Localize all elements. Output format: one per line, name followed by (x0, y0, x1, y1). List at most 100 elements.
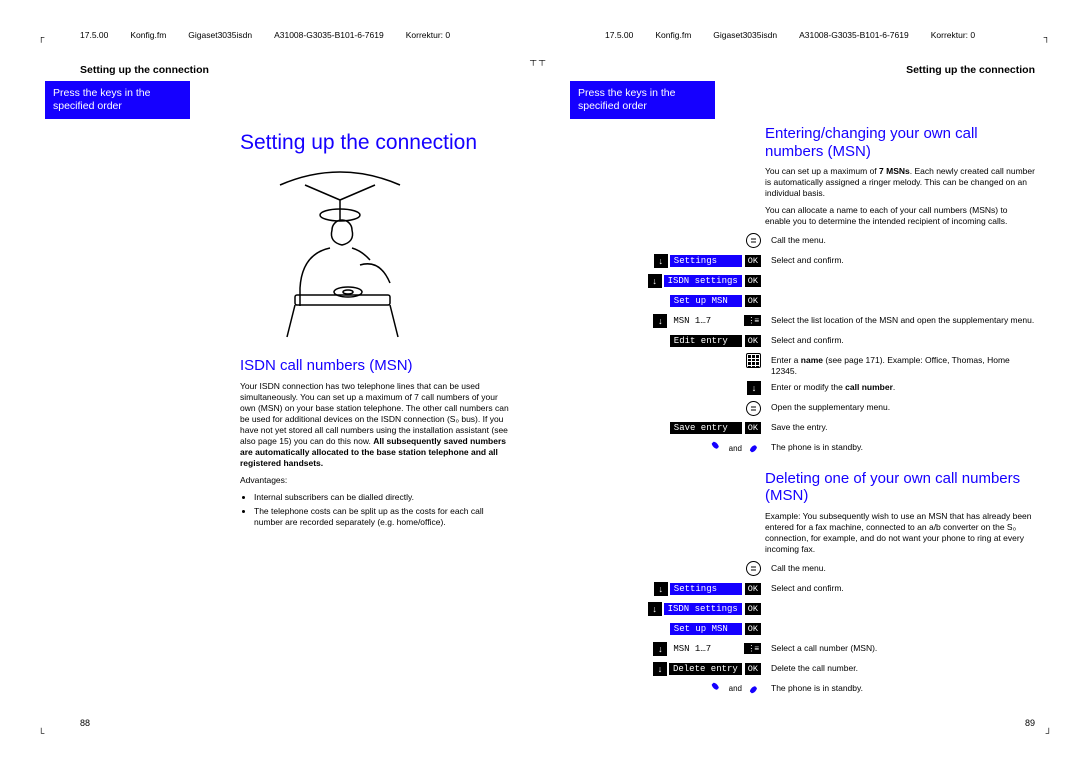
step-description (771, 621, 1035, 623)
section-head: Setting up the connection (570, 64, 1035, 76)
step-table-delete: ≣Call the menu.↓SettingsOKSelect and con… (605, 561, 1035, 697)
menu-entry: Delete entry (669, 663, 742, 675)
ok-key: OK (745, 583, 761, 595)
key-sequence: ↓MSN 1…7⋮≡ (605, 313, 761, 329)
step-description: Enter or modify the call number. (771, 380, 1035, 393)
and-label: and (729, 684, 742, 693)
page-right: 17.5.00 Konfig.fm Gigaset3035isdn A31008… (570, 20, 1070, 740)
step-description: Call the menu. (771, 233, 1035, 246)
instruction-bar: Press the keys in the specified order (45, 81, 190, 119)
and-label: and (729, 444, 742, 453)
ok-key: OK (745, 422, 761, 434)
key-sequence: and (605, 681, 761, 697)
menu-entry: Settings (670, 583, 742, 595)
key-sequence (605, 353, 761, 369)
ok-key: OK (745, 603, 761, 615)
step-description (771, 273, 1035, 275)
menu-entry: Save entry (670, 422, 742, 434)
step-description: Open the supplementary menu. (771, 400, 1035, 413)
key-sequence: ≣ (605, 561, 761, 577)
page-left: 17.5.00 Konfig.fm Gigaset3035isdn A31008… (45, 20, 545, 740)
list-item: Internal subscribers can be dialled dire… (254, 492, 510, 503)
ok-key: OK (745, 295, 761, 307)
key-sequence: ≣ (605, 400, 761, 416)
key-sequence: and (605, 440, 761, 456)
menu-entry: ISDN settings (664, 603, 742, 615)
subheading-isdn: ISDN call numbers (MSN) (240, 357, 510, 374)
down-arrow-icon: ↓ (648, 602, 662, 616)
menu-entry: Set up MSN (670, 295, 742, 307)
step-description: Select the list location of the MSN and … (771, 313, 1035, 326)
key-sequence: ↓MSN 1…7⋮≡ (605, 641, 761, 657)
step-description (771, 601, 1035, 603)
step-table-enter: ≣Call the menu.↓SettingsOKSelect and con… (605, 233, 1035, 456)
key-sequence: ↓ISDN settingsOK (605, 601, 761, 617)
key-sequence: ↓Delete entryOK (605, 661, 761, 677)
hdr-file: Konfig.fm (130, 30, 166, 40)
body-paragraph: You can allocate a name to each of your … (765, 205, 1035, 227)
down-arrow-icon: ↓ (653, 314, 667, 328)
body-paragraph: Your ISDN connection has two telephone l… (240, 381, 510, 469)
step-description (771, 293, 1035, 295)
hdr-docnum: A31008-G3035-B101-6-7619 (274, 30, 384, 40)
key-sequence: ≣ (605, 233, 761, 249)
page-number: 88 (80, 718, 90, 728)
key-sequence: ↓ISDN settingsOK (605, 273, 761, 289)
installer-illustration (240, 165, 440, 345)
menu-entry: MSN 1…7 (669, 643, 741, 655)
body-paragraph: You can set up a maximum of 7 MSNs. Each… (765, 166, 1035, 199)
menu-icon: ≣ (746, 561, 761, 576)
key-sequence: ↓SettingsOK (605, 581, 761, 597)
submenu-icon: ⋮≡ (744, 643, 761, 654)
handset-on-icon (747, 440, 761, 456)
subheading-enter-msn: Entering/changing your own call numbers … (765, 125, 1035, 160)
instruction-bar: Press the keys in the specified order (570, 81, 715, 119)
menu-entry: MSN 1…7 (669, 315, 741, 327)
key-sequence: Set up MSNOK (605, 293, 761, 309)
step-description: Delete the call number. (771, 661, 1035, 674)
hdr-kor: Korrektur: 0 (931, 30, 975, 40)
menu-entry: Set up MSN (670, 623, 742, 635)
hdr-kor: Korrektur: 0 (406, 30, 450, 40)
submenu-icon: ⋮≡ (744, 315, 761, 326)
step-description: The phone is in standby. (771, 440, 1035, 453)
ok-key: OK (745, 623, 761, 635)
step-description: Select and confirm. (771, 581, 1035, 594)
advantages-label: Advantages: (240, 475, 510, 486)
body-paragraph: Example: You subsequently wish to use an… (765, 511, 1035, 555)
ok-key: OK (745, 255, 761, 267)
down-arrow-icon: ↓ (648, 274, 662, 288)
hdr-docnum: A31008-G3035-B101-6-7619 (799, 30, 909, 40)
page-number: 89 (1025, 718, 1035, 728)
down-arrow-icon: ↓ (653, 662, 667, 676)
down-arrow-icon: ↓ (654, 582, 668, 596)
keypad-icon (746, 353, 761, 368)
page-title: Setting up the connection (240, 131, 510, 155)
handset-off-icon (710, 681, 724, 697)
key-sequence: Save entryOK (605, 420, 761, 436)
key-sequence: Set up MSNOK (605, 621, 761, 637)
key-sequence: Edit entryOK (605, 333, 761, 349)
down-arrow-icon: ↓ (654, 254, 668, 268)
menu-entry: Settings (670, 255, 742, 267)
menu-entry: ISDN settings (664, 275, 742, 287)
menu-icon: ≣ (746, 401, 761, 416)
step-description: Select a call number (MSN). (771, 641, 1035, 654)
hdr-product: Gigaset3035isdn (713, 30, 777, 40)
step-description: Enter a name (see page 171). Example: Of… (771, 353, 1035, 376)
ok-key: OK (745, 275, 761, 287)
handset-on-icon (747, 681, 761, 697)
menu-entry: Edit entry (670, 335, 742, 347)
step-description: Select and confirm. (771, 333, 1035, 346)
section-head: Setting up the connection (80, 64, 545, 76)
ok-key: OK (745, 335, 761, 347)
key-sequence: ↓SettingsOK (605, 253, 761, 269)
crop-mark: └ (38, 728, 44, 738)
crop-mark: ┌ (38, 32, 44, 42)
list-item: The telephone costs can be split up as t… (254, 506, 510, 528)
running-header: 17.5.00 Konfig.fm Gigaset3035isdn A31008… (45, 20, 545, 40)
step-description: Select and confirm. (771, 253, 1035, 266)
running-header: 17.5.00 Konfig.fm Gigaset3035isdn A31008… (570, 20, 1070, 40)
menu-icon: ≣ (746, 233, 761, 248)
step-description: Save the entry. (771, 420, 1035, 433)
